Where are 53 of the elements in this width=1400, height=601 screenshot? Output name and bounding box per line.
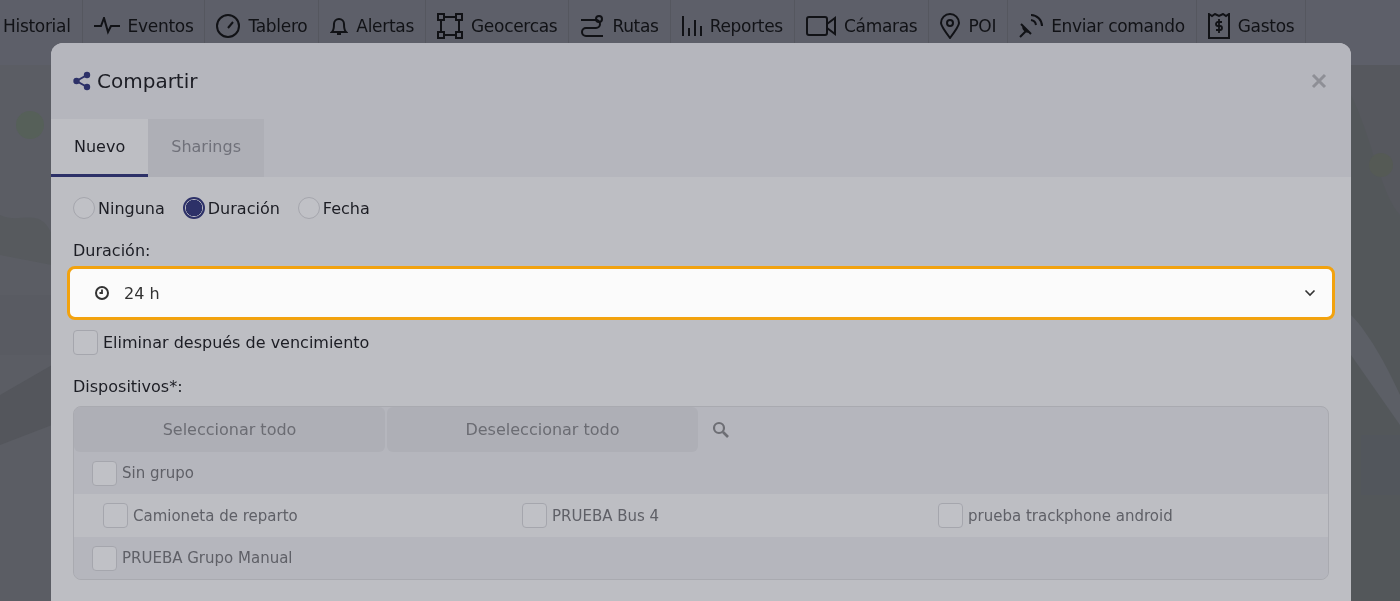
geofence-icon [437, 12, 463, 39]
group-name: Sin grupo [122, 464, 194, 482]
radio-label: Ninguna [98, 198, 165, 218]
device-name: PRUEBA Bus 4 [552, 506, 660, 525]
nav-label: Historial [3, 15, 71, 36]
satellite-icon [1019, 13, 1044, 38]
caret-icon [1304, 289, 1316, 297]
duration-select[interactable]: 24 h [67, 266, 1335, 320]
checkbox[interactable] [92, 545, 117, 571]
nav-label: Reportes [709, 15, 783, 36]
close-icon [1311, 73, 1327, 89]
select-all-button[interactable]: Seleccionar todo [74, 407, 385, 452]
checkbox[interactable] [103, 503, 128, 528]
nav-label: POI [968, 15, 997, 36]
location-pin-icon [940, 12, 961, 39]
gauge-icon [216, 13, 241, 38]
nav-label: Geocercas [471, 15, 558, 36]
radio-button[interactable] [73, 197, 95, 219]
field-label: Dispositivos*: [73, 377, 184, 396]
radio-label: Fecha [322, 198, 370, 218]
select-value: 24 h [124, 283, 160, 303]
checkbox[interactable] [73, 330, 98, 355]
route-icon [580, 14, 605, 37]
camera-icon [805, 15, 836, 36]
checkbox[interactable] [92, 460, 117, 486]
nav-label: Eventos [127, 15, 194, 36]
tab[interactable]: Nuevo [51, 119, 149, 177]
bell-icon [330, 15, 349, 36]
pulse-icon [93, 16, 120, 35]
radio-button[interactable] [297, 197, 320, 219]
nav-label: Cámaras [843, 15, 918, 36]
group-name: PRUEBA Grupo Manual [122, 549, 293, 567]
device-name: Camioneta de reparto [133, 506, 298, 525]
radio-button[interactable] [182, 197, 205, 219]
tab[interactable]: Sharings [148, 119, 264, 177]
nav-label: Rutas [612, 15, 659, 36]
device-name: prueba trackphone android [968, 506, 1173, 525]
clock-icon [94, 285, 110, 301]
radio-label: Duración [207, 198, 280, 218]
dialog-title: Compartir [97, 69, 198, 93]
checkbox[interactable] [938, 503, 963, 528]
receipt-icon [1207, 12, 1230, 39]
nav-label: Alertas [356, 15, 414, 36]
field-label: Duración: [73, 241, 152, 260]
checkbox[interactable] [522, 503, 547, 528]
nav-label: Gastos [1237, 15, 1295, 36]
nav-label: Enviar comando [1051, 15, 1185, 36]
share-icon [72, 71, 92, 91]
checkbox-label: Eliminar después de vencimiento [103, 333, 370, 352]
deselect-all-button[interactable]: Deseleccionar todo [387, 407, 698, 452]
search-icon[interactable] [712, 420, 730, 439]
bar-chart-icon [681, 15, 702, 36]
nav-label: Tablero [248, 15, 308, 36]
